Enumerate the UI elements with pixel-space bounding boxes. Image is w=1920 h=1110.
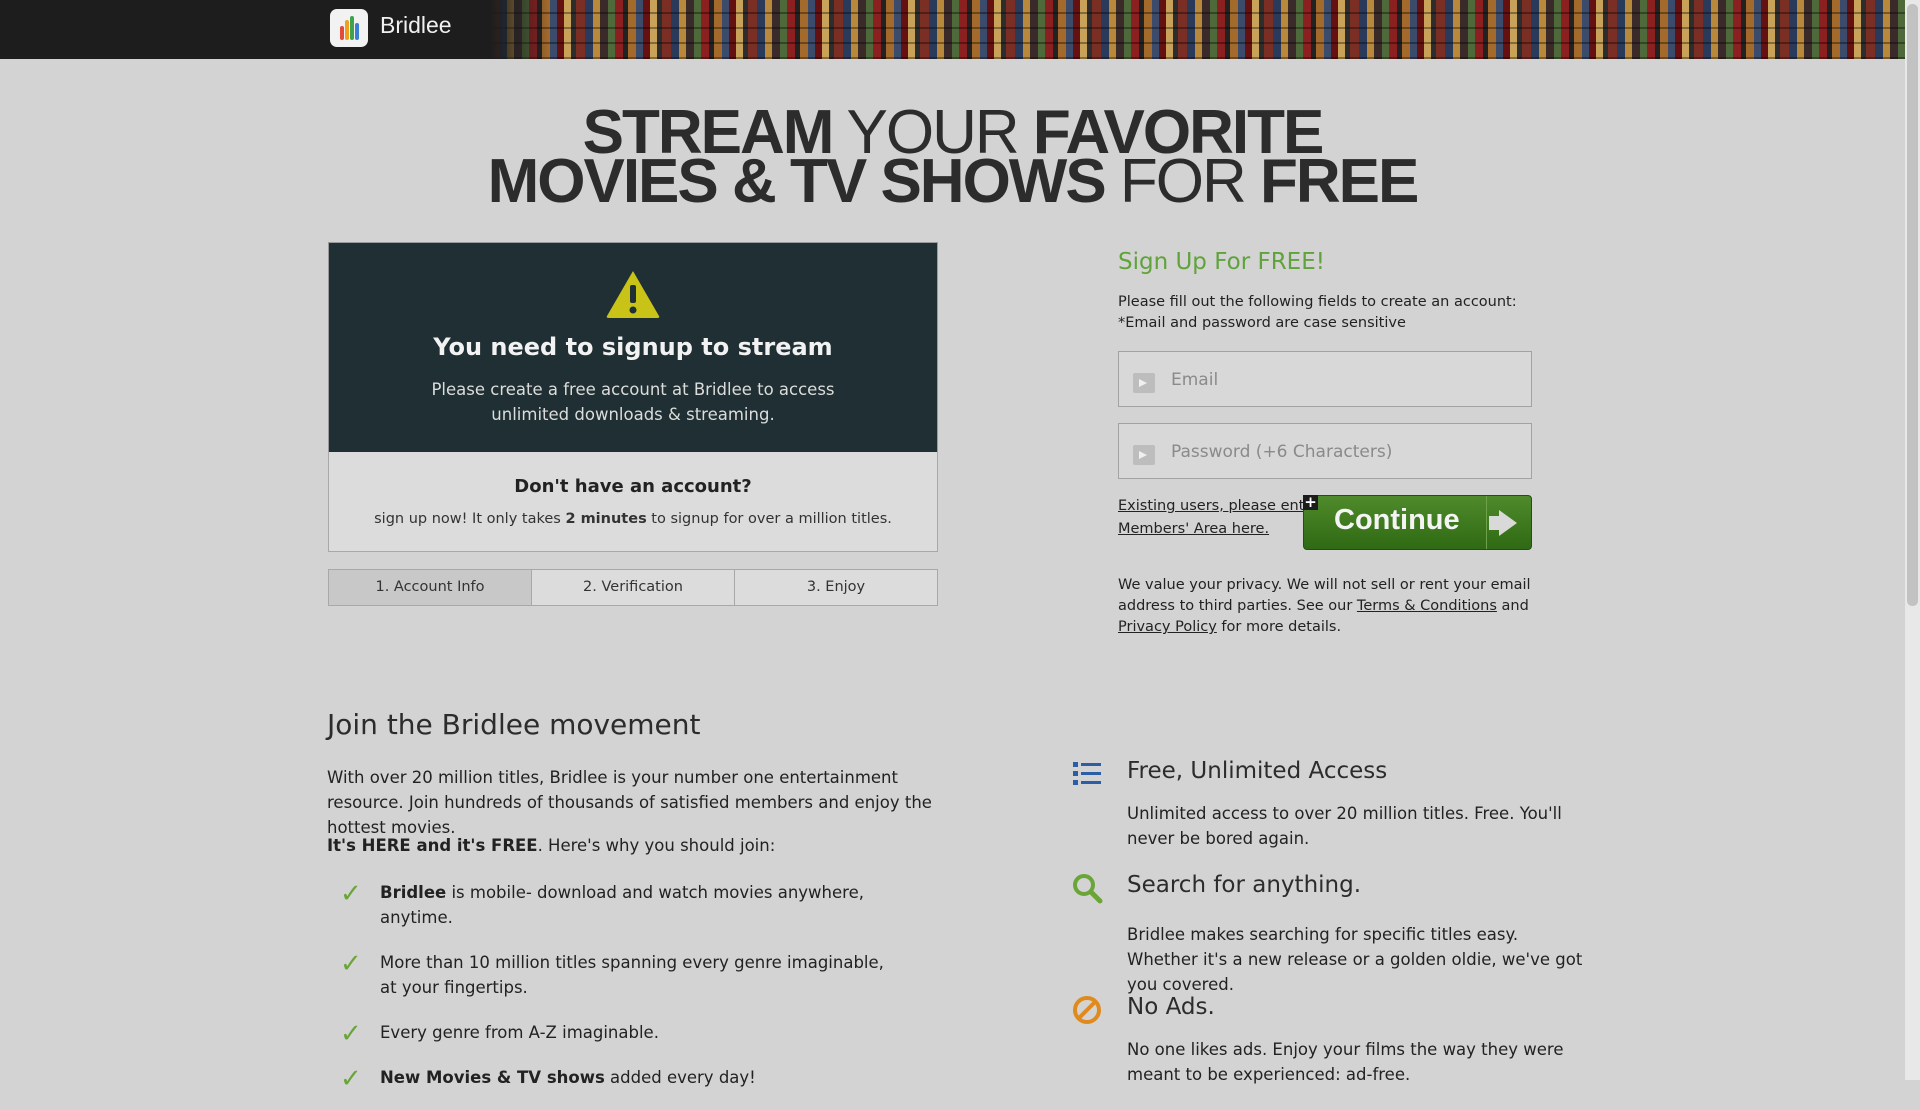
signup-desc-line-2: *Email and password are case sensitive <box>1118 315 1406 331</box>
notice-text-line-1: Please create a free account at Bridlee … <box>431 380 835 399</box>
feature-text: Unlimited access to over 20 million titl… <box>1127 804 1562 848</box>
existing-users-link[interactable]: Existing users, please enter Members' Ar… <box>1118 495 1319 541</box>
no-account-panel: Don't have an account? sign up now! It o… <box>328 452 938 552</box>
hero-word: FOR <box>1119 147 1247 216</box>
poster-collage-banner <box>490 0 1905 59</box>
continue-button[interactable]: Continue <box>1303 495 1532 550</box>
join-reasons-rest: . Here's why you should join: <box>537 836 776 855</box>
checkmark-icon: ✓ <box>340 879 362 909</box>
list-item-text: Every genre from A-Z imaginable. <box>380 1023 659 1042</box>
no-account-text-post: to signup for over a million titles. <box>646 511 892 527</box>
privacy-text-mid: and <box>1496 598 1529 614</box>
list-item-text: is mobile- download and watch movies any… <box>380 883 864 927</box>
list-item: ✓ More than 10 million titles spanning ev… <box>340 950 900 1000</box>
no-account-text: sign up now! It only takes 2 minutes to … <box>329 511 937 527</box>
hero-word: MOVIES & TV SHOWS <box>487 147 1107 216</box>
hero-word: FREE <box>1260 147 1419 216</box>
signup-title: Sign Up For FREE! <box>1118 249 1325 275</box>
list-item-text: More than 10 million titles spanning eve… <box>380 953 884 997</box>
notice-title: You need to signup to stream <box>433 333 833 361</box>
list-item: ✓ New Movies & TV shows added every day! <box>340 1064 940 1094</box>
existing-users-line-2[interactable]: Members' Area here. <box>1118 521 1269 537</box>
signup-desc-line-1: Please fill out the following fields to … <box>1118 294 1517 310</box>
brand-name[interactable]: Bridlee <box>380 12 452 39</box>
scrollbar-thumb[interactable] <box>1907 4 1918 606</box>
arrow-right-icon <box>1133 373 1155 393</box>
list-item-text: added every day! <box>604 1068 756 1087</box>
warning-icon <box>606 271 660 318</box>
join-paragraph: With over 20 million titles, Bridlee is … <box>327 768 932 837</box>
join-reasons-bold: It's HERE and it's FREE <box>327 836 538 855</box>
list-item-bold: New Movies & TV shows <box>380 1068 605 1087</box>
list-icon <box>1073 762 1101 785</box>
no-account-text-pre: sign up now! It only takes <box>374 511 566 527</box>
step-verification: 2. Verification <box>532 570 735 605</box>
join-reasons-intro: It's HERE and it's FREE. Here's why you … <box>327 836 775 855</box>
notice-text-line-2: unlimited downloads & streaming. <box>491 405 775 424</box>
feature-title: Search for anything. <box>1127 872 1362 898</box>
email-field[interactable] <box>1118 351 1532 408</box>
page-scrollbar[interactable] <box>1905 0 1920 1080</box>
continue-label: Continue <box>1334 504 1460 536</box>
feature-title: Free, Unlimited Access <box>1127 758 1388 784</box>
privacy-notice: We value your privacy. We will not sell … <box>1118 575 1538 638</box>
checkmark-icon: ✓ <box>340 1064 362 1094</box>
privacy-text-post: for more details. <box>1216 619 1342 635</box>
terms-conditions-link[interactable]: Terms & Conditions <box>1357 598 1497 614</box>
search-icon <box>1073 874 1103 904</box>
plus-icon: + <box>1303 493 1318 511</box>
join-heading: Join the Bridlee movement <box>327 708 701 741</box>
hero-headline-line-2: MOVIES & TV SHOWS FOR FREE <box>0 151 1905 213</box>
password-input[interactable] <box>1169 424 1523 480</box>
checkmark-icon: ✓ <box>340 949 362 979</box>
list-item-bold: Bridlee <box>380 883 447 902</box>
step-enjoy: 3. Enjoy <box>735 570 937 605</box>
no-ads-icon <box>1073 996 1101 1024</box>
signup-steps: 1. Account Info 2. Verification 3. Enjoy <box>328 569 938 606</box>
no-account-text-bold: 2 minutes <box>565 511 647 527</box>
reasons-list: ✓ Bridlee is mobile- download and watch m… <box>340 880 940 1110</box>
arrow-right-icon <box>1133 445 1155 465</box>
bridlee-logo-icon[interactable] <box>330 9 368 47</box>
feature-text: Bridlee makes searching for specific tit… <box>1127 925 1583 994</box>
signup-description: Please fill out the following fields to … <box>1118 292 1517 334</box>
top-header-bar: Bridlee <box>0 0 1905 59</box>
list-item: ✓ Bridlee is mobile- download and watch m… <box>340 880 940 930</box>
privacy-policy-link[interactable]: Privacy Policy <box>1118 619 1217 635</box>
no-account-title: Don't have an account? <box>514 476 752 497</box>
password-field[interactable] <box>1118 423 1532 480</box>
list-item: ✓ Every genre from A-Z imaginable. <box>340 1019 940 1049</box>
existing-users-line-1[interactable]: Existing users, please enter <box>1118 498 1319 514</box>
notice-text: Please create a free account at Bridlee … <box>329 377 937 427</box>
feature-title: No Ads. <box>1127 994 1215 1020</box>
email-input[interactable] <box>1169 352 1523 408</box>
signup-required-notice: You need to signup to stream Please crea… <box>328 242 938 454</box>
arrow-right-icon <box>1486 496 1531 549</box>
step-account-info: 1. Account Info <box>329 570 532 605</box>
checkmark-icon: ✓ <box>340 1019 362 1049</box>
